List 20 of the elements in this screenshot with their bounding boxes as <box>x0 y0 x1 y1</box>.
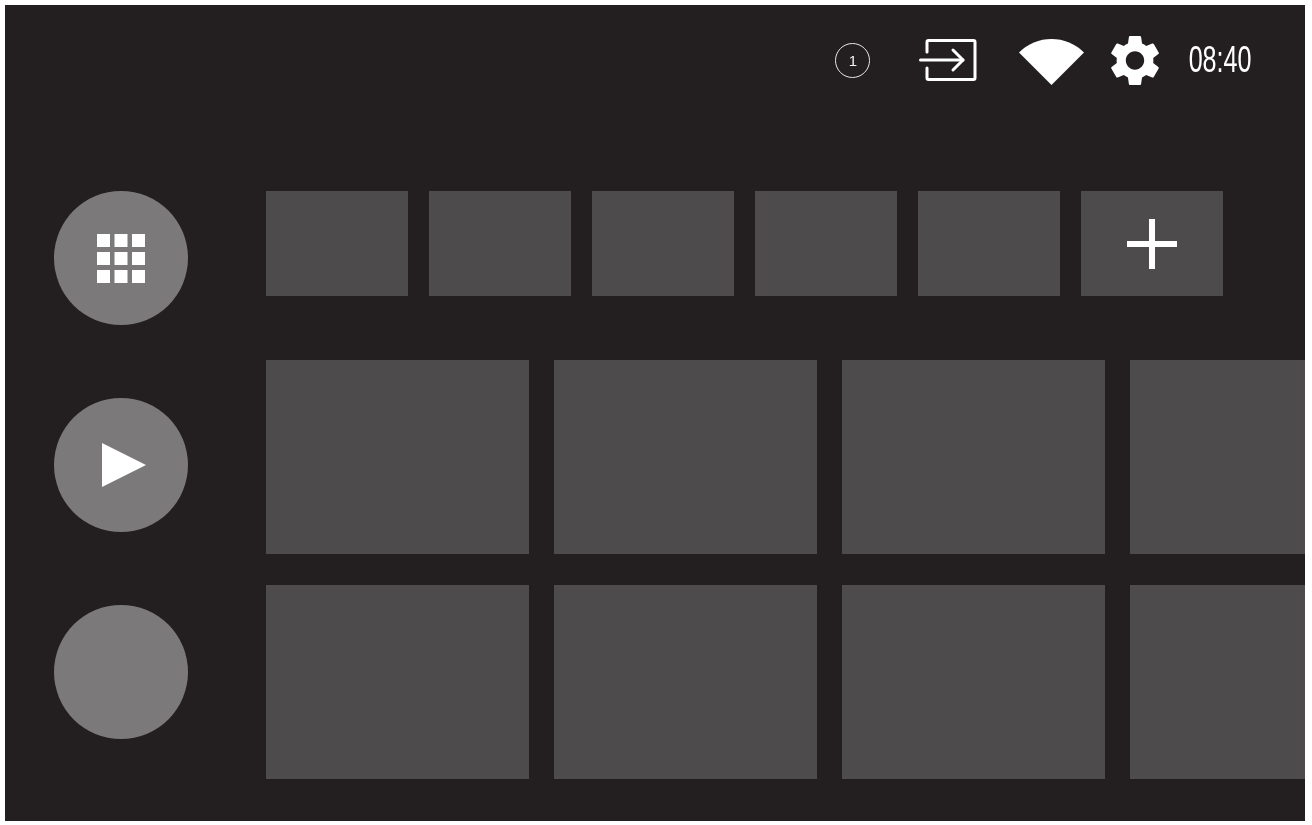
input-source-icon[interactable] <box>919 39 978 81</box>
settings-icon[interactable] <box>1111 34 1160 86</box>
content-card[interactable] <box>266 360 529 554</box>
play-icon <box>102 443 146 487</box>
app-tile[interactable] <box>429 191 571 296</box>
content-card[interactable] <box>1130 585 1305 779</box>
content-card[interactable] <box>842 585 1105 779</box>
content-card[interactable] <box>554 585 817 779</box>
content-card[interactable] <box>842 360 1105 554</box>
clock-time: 08:40 <box>1189 40 1252 80</box>
plus-icon <box>1127 218 1177 269</box>
app-tile[interactable] <box>266 191 408 296</box>
app-tile[interactable] <box>592 191 734 296</box>
grid-icon <box>97 233 145 283</box>
content-card[interactable] <box>266 585 529 779</box>
app-tile[interactable] <box>755 191 897 296</box>
add-app-tile[interactable] <box>1081 191 1223 296</box>
app-tile[interactable] <box>918 191 1060 296</box>
content-card[interactable] <box>554 360 817 554</box>
content-card[interactable] <box>1130 360 1305 554</box>
